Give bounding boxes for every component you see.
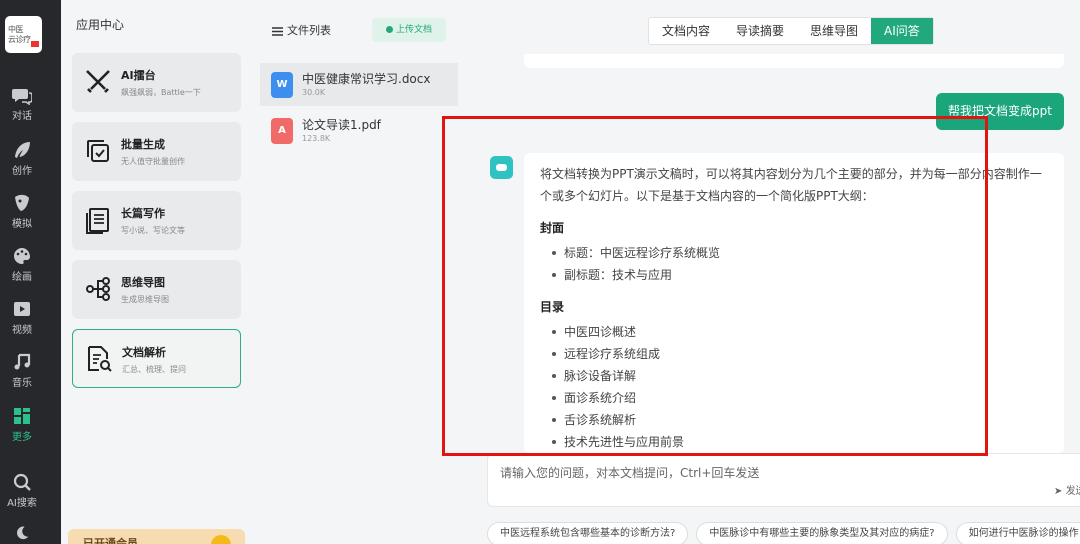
crossed-swords-icon: [86, 70, 110, 93]
app-card-long-writing[interactable]: 长篇写作 写小说、写论文等: [72, 191, 241, 250]
nav-label-ai-search: AI搜索: [7, 498, 37, 509]
nav-item-create[interactable]: 创作: [0, 140, 44, 177]
app-card-subtitle: 生成思维导图: [121, 295, 169, 304]
logo-text-1: 中医: [8, 25, 24, 34]
tab-guide-summary[interactable]: 导读摘要: [723, 18, 797, 44]
file-size: 123.8K: [302, 134, 331, 143]
question-input[interactable]: 请输入您的问题，对本文档提问，Ctrl+回车发送 ➤ 发送: [487, 453, 1080, 507]
app-card-doc-parse[interactable]: 文档解析 汇总、梳理、提问: [72, 329, 241, 388]
mask-icon: [15, 194, 29, 211]
grid-icon: [14, 408, 30, 424]
pdf-file-icon: A: [271, 118, 293, 144]
suggestion-chip[interactable]: 中医远程系统包含哪些基本的诊断方法?: [487, 522, 689, 544]
file-list-panel: 文件列表 上传文档 W 中医健康常识学习.docx 30.0K A 论文导读1.…: [260, 6, 458, 544]
member-label: 已开通会员: [83, 537, 138, 544]
app-card-title: AI擂台: [121, 69, 156, 82]
tab-mindmap[interactable]: 思维导图: [797, 18, 871, 44]
music-icon: [14, 353, 31, 370]
member-banner[interactable]: 已开通会员: [68, 529, 245, 544]
file-item[interactable]: W 中医健康常识学习.docx 30.0K: [260, 63, 458, 106]
search-icon: [13, 473, 31, 491]
app-card-title: 文档解析: [122, 346, 166, 359]
previous-message-card: [524, 54, 1064, 68]
nav-item-video[interactable]: 视频: [0, 299, 44, 336]
file-list-label: 文件列表: [287, 24, 331, 37]
input-placeholder: 请输入您的问题，对本文档提问，Ctrl+回车发送: [500, 466, 760, 480]
send-button[interactable]: ➤ 发送: [1054, 482, 1080, 497]
long-doc-icon: [86, 208, 109, 234]
file-list-header: 文件列表 上传文档: [260, 6, 458, 56]
app-center-panel: 应用中心 AI擂台 飙强飙弱，Battle一下 批量生成 无人值守批量创作 长篇…: [61, 0, 254, 544]
nav-item-music[interactable]: 音乐: [0, 352, 44, 389]
list-icon: [272, 26, 283, 36]
app-card-batch[interactable]: 批量生成 无人值守批量创作: [72, 122, 241, 181]
nav-label-simulate: 模拟: [12, 219, 32, 230]
nav-label-more: 更多: [12, 432, 32, 443]
nav-item-more[interactable]: 更多: [0, 406, 44, 443]
feather-icon: [15, 142, 30, 158]
file-list-title: 文件列表: [272, 22, 331, 38]
tab-doc-content[interactable]: 文档内容: [649, 18, 723, 44]
send-label: 发送: [1065, 486, 1080, 497]
tab-ai-qa[interactable]: AI问答: [871, 18, 933, 44]
suggestions: 中医远程系统包含哪些基本的诊断方法? 中医脉诊中有哪些主要的脉象类型及其对应的病症…: [487, 522, 1080, 544]
app-card-subtitle: 无人值守批量创作: [121, 157, 185, 166]
file-size: 30.0K: [302, 88, 326, 97]
coin-icon: [211, 535, 231, 544]
app-center-title: 应用中心: [76, 18, 125, 32]
nav-item-chat[interactable]: 对话: [0, 87, 44, 122]
logo-text-2: 云诊疗: [8, 35, 31, 44]
nav-item-simulate[interactable]: 模拟: [0, 193, 44, 230]
app-card-title: 长篇写作: [121, 207, 165, 220]
nav-item-paint[interactable]: 绘画: [0, 246, 44, 283]
highlight-annotation-box: [442, 116, 988, 456]
app-logo[interactable]: 中医 云诊疗: [5, 16, 42, 53]
app-card-subtitle: 写小说、写论文等: [121, 226, 185, 235]
send-icon: ➤: [1054, 486, 1066, 497]
upload-doc-button[interactable]: 上传文档: [372, 18, 446, 42]
nav-item-ai-search[interactable]: AI搜索: [0, 472, 44, 509]
nav-label-chat: 对话: [12, 111, 32, 122]
file-item[interactable]: A 论文导读1.pdf 123.8K: [260, 109, 458, 152]
palette-icon: [14, 248, 30, 264]
left-nav: 中医 云诊疗 对话 创作 模拟 绘画 视频 音乐 更多 AI搜索: [0, 0, 61, 544]
word-file-icon: W: [271, 72, 293, 98]
video-icon: [14, 302, 30, 316]
file-name: 中医健康常识学习.docx: [302, 72, 431, 86]
doc-search-icon: [88, 346, 112, 372]
moon-icon: [16, 526, 29, 540]
app-card-mindmap[interactable]: 思维导图 生成思维导图: [72, 260, 241, 319]
chat-icon: [12, 89, 32, 105]
mindmap-icon: [86, 277, 110, 301]
app-card-subtitle: 飙强飙弱，Battle一下: [121, 88, 201, 97]
theme-toggle[interactable]: [0, 524, 44, 544]
nav-label-paint: 绘画: [12, 272, 32, 283]
suggestion-chip[interactable]: 中医脉诊中有哪些主要的脉象类型及其对应的病症?: [696, 522, 948, 544]
upload-icon: [385, 26, 393, 33]
app-card-title: 批量生成: [121, 138, 165, 151]
app-card-title: 思维导图: [121, 276, 165, 289]
file-name: 论文导读1.pdf: [302, 118, 381, 132]
batch-copy-icon: [87, 140, 109, 162]
nav-label-music: 音乐: [12, 378, 32, 389]
flag-icon: [31, 41, 39, 47]
suggestion-chip[interactable]: 如何进行中医脉诊的操作: [955, 522, 1080, 544]
nav-label-video: 视频: [12, 325, 32, 336]
app-card-ai-arena[interactable]: AI擂台 飙强飙弱，Battle一下: [72, 53, 241, 112]
view-tabs: 文档内容 导读摘要 思维导图 AI问答: [648, 17, 934, 45]
upload-label: 上传文档: [395, 25, 432, 35]
nav-label-create: 创作: [12, 166, 32, 177]
app-card-subtitle: 汇总、梳理、提问: [122, 365, 186, 374]
